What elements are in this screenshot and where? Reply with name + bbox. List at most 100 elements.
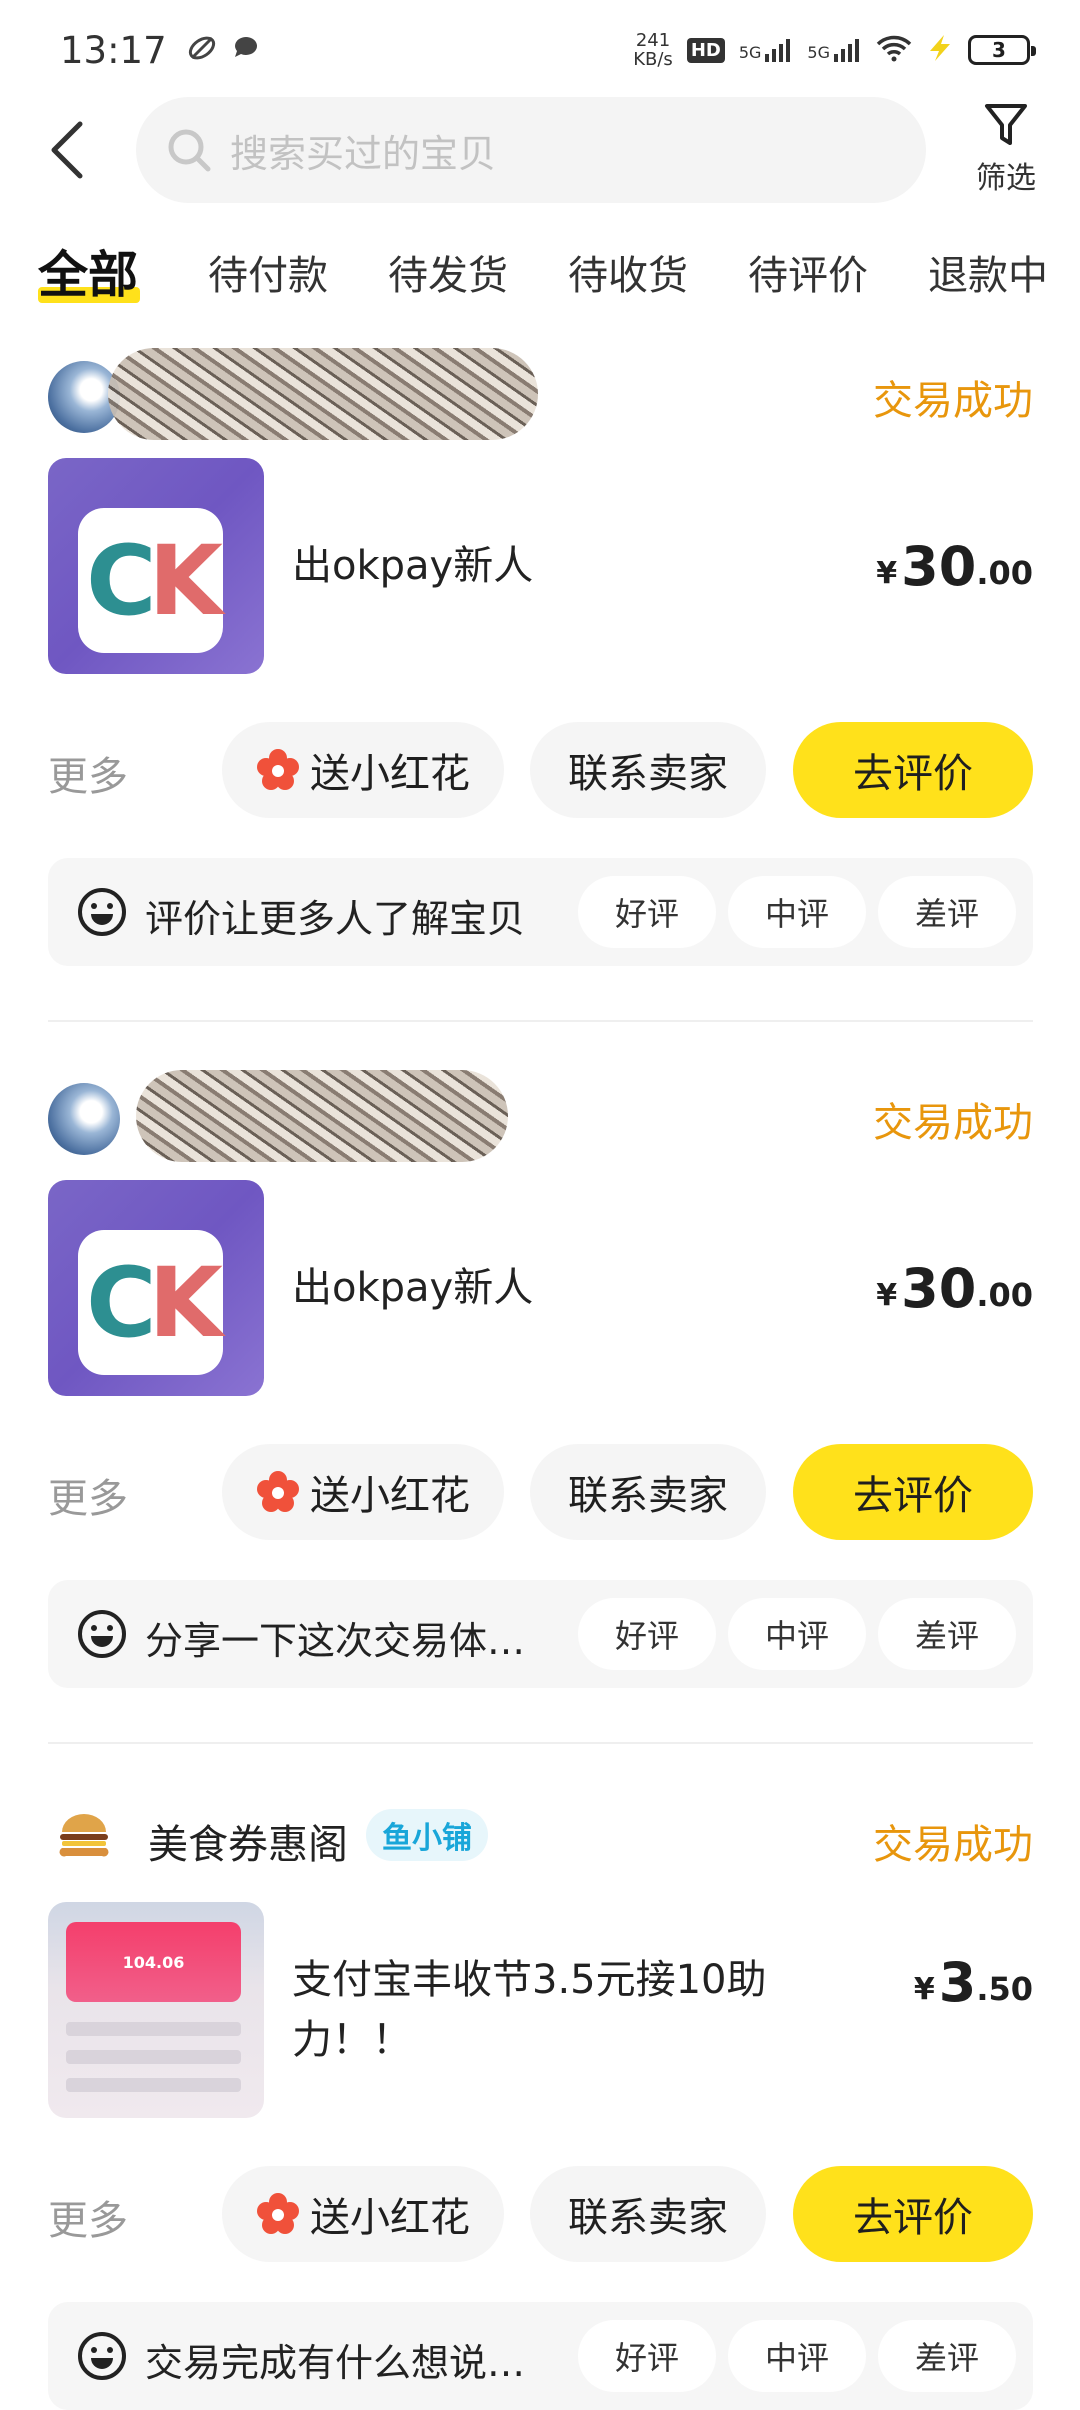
signal1-label: 5G	[738, 43, 762, 62]
product-title[interactable]: 出okpay新人	[292, 1258, 533, 1318]
order-actions: 更多 送小红花 联系卖家 去评价	[48, 722, 1033, 818]
charging-icon	[926, 33, 954, 67]
ck-logo: CK	[78, 508, 223, 653]
filter-label: 筛选	[976, 161, 1036, 196]
more-link[interactable]: 更多	[48, 2188, 128, 2246]
tab-pending-review[interactable]: 待评价	[748, 243, 868, 301]
tab-pending-shipment[interactable]: 待发货	[388, 243, 508, 301]
write-review-button[interactable]: 去评价	[793, 1444, 1033, 1540]
price-decimal: .00	[976, 554, 1033, 592]
order-divider	[48, 1742, 1033, 1744]
order-divider	[48, 1020, 1033, 1022]
ck-logo-text: CK	[86, 524, 223, 637]
tab-pending-payment[interactable]: 待付款	[208, 243, 328, 301]
rate-neutral-button[interactable]: 中评	[728, 1598, 866, 1670]
order-status: 交易成功	[873, 1100, 1033, 1146]
rate-good-button[interactable]: 好评	[578, 1598, 716, 1670]
flower-icon	[257, 1471, 299, 1512]
product-row[interactable]: CK 出okpay新人 ¥ 30 .00	[48, 1180, 1033, 1396]
product-price: ¥ 30 .00	[876, 1180, 1033, 1396]
tab-pending-receipt[interactable]: 待收货	[568, 243, 688, 301]
order-actions: 更多 送小红花 联系卖家 去评价	[48, 1444, 1033, 1540]
more-link[interactable]: 更多	[48, 1466, 128, 1524]
contact-seller-button[interactable]: 联系卖家	[530, 1444, 766, 1540]
back-button[interactable]	[48, 110, 108, 190]
product-row[interactable]: 104.06 支付宝丰收节3.5元接10助力！！ ¥ 3 .50	[48, 1902, 1033, 2118]
rate-bad-button[interactable]: 差评	[878, 876, 1016, 948]
tab-all[interactable]: 全部	[38, 235, 138, 307]
rate-bad-button[interactable]: 差评	[878, 1598, 1016, 1670]
order-header[interactable]: 交易成功	[48, 1070, 1033, 1170]
order-header[interactable]: 美食券惠阁 鱼小铺 交易成功	[48, 1792, 1033, 1892]
write-review-button[interactable]: 去评价	[793, 2166, 1033, 2262]
seller-name-redacted	[136, 1070, 508, 1162]
quick-rating-bar: 分享一下这次交易体… 好评 中评 差评	[48, 1580, 1033, 1688]
price-integer: 3	[938, 1950, 977, 2014]
rate-neutral-button[interactable]: 中评	[728, 876, 866, 948]
order-header[interactable]: 交易成功	[48, 348, 1033, 448]
order-actions: 更多 送小红花 联系卖家 去评价	[48, 2166, 1033, 2262]
seller-name-redacted	[108, 348, 538, 440]
product-title[interactable]: 支付宝丰收节3.5元接10助力！！	[292, 1950, 792, 2070]
write-review-button[interactable]: 去评价	[793, 722, 1033, 818]
price-symbol: ¥	[913, 1971, 935, 2007]
filter-icon	[985, 104, 1027, 145]
contact-seller-button[interactable]: 联系卖家	[530, 722, 766, 818]
ck-logo-text: CK	[86, 1246, 223, 1359]
rate-bad-button[interactable]: 差评	[878, 2320, 1016, 2392]
seller-avatar[interactable]	[48, 1083, 120, 1155]
rate-good-button[interactable]: 好评	[578, 2320, 716, 2392]
product-thumbnail[interactable]: CK	[48, 458, 264, 674]
hd-icon: HD	[686, 37, 725, 63]
leaf-icon	[187, 33, 217, 67]
order-status: 交易成功	[873, 378, 1033, 424]
ck-logo: CK	[78, 1230, 223, 1375]
shop-badge: 鱼小铺	[366, 1809, 488, 1861]
send-flower-label: 送小红花	[310, 1473, 470, 1519]
send-flower-label: 送小红花	[310, 2195, 470, 2241]
status-bar: 13:17 241 KB/s HD 5G 5G 3	[0, 0, 1080, 100]
price-decimal: .00	[976, 1276, 1033, 1314]
thumbnail-list	[66, 2022, 241, 2106]
more-link[interactable]: 更多	[48, 744, 128, 802]
order-tabs: 全部 待付款 待发货 待收货 待评价 退款中	[0, 235, 1080, 315]
search-header: 搜索买过的宝贝 筛选	[0, 95, 1080, 205]
order-card: 交易成功 CK 出okpay新人 ¥ 30 .00 更多 送小红花 联系卖家 去…	[48, 1070, 1033, 1690]
rate-neutral-button[interactable]: 中评	[728, 2320, 866, 2392]
signal-icon: 5G	[739, 38, 794, 62]
flower-icon	[257, 749, 299, 790]
signal2-icon: 5G	[807, 38, 862, 62]
search-icon	[168, 129, 211, 172]
product-row[interactable]: CK 出okpay新人 ¥ 30 .00	[48, 458, 1033, 674]
tab-refunding[interactable]: 退款中	[928, 243, 1048, 301]
smile-face-icon	[78, 1610, 126, 1658]
price-symbol: ¥	[876, 1277, 898, 1313]
order-status: 交易成功	[873, 1822, 1033, 1868]
wifi-icon	[876, 34, 912, 66]
message-icon	[231, 33, 261, 67]
smile-face-icon	[78, 888, 126, 936]
quick-rating-bar: 交易完成有什么想说… 好评 中评 差评	[48, 2302, 1033, 2410]
product-thumbnail[interactable]: 104.06	[48, 1902, 264, 2118]
price-integer: 30	[901, 1256, 977, 1320]
rate-good-button[interactable]: 好评	[578, 876, 716, 948]
smile-face-icon	[78, 2332, 126, 2380]
product-thumbnail[interactable]: CK	[48, 1180, 264, 1396]
product-title[interactable]: 出okpay新人	[292, 536, 533, 596]
contact-seller-button[interactable]: 联系卖家	[530, 2166, 766, 2262]
flower-icon	[257, 2193, 299, 2234]
search-placeholder: 搜索买过的宝贝	[230, 131, 497, 176]
shop-name[interactable]: 美食券惠阁	[148, 1812, 348, 1870]
search-input[interactable]: 搜索买过的宝贝	[136, 97, 926, 203]
price-symbol: ¥	[876, 555, 898, 591]
back-arrow-icon	[51, 121, 83, 179]
send-flower-button[interactable]: 送小红花	[222, 722, 504, 818]
status-time: 13:17	[60, 28, 167, 72]
price-decimal: .50	[976, 1970, 1033, 2008]
filter-button[interactable]: 筛选	[966, 103, 1046, 197]
send-flower-button[interactable]: 送小红花	[222, 2166, 504, 2262]
order-card: 美食券惠阁 鱼小铺 交易成功 104.06 支付宝丰收节3.5元接10助力！！ …	[48, 1792, 1033, 2410]
signal2-label: 5G	[807, 43, 830, 62]
send-flower-button[interactable]: 送小红花	[222, 1444, 504, 1540]
rating-prompt: 评价让更多人了解宝贝	[145, 897, 526, 941]
